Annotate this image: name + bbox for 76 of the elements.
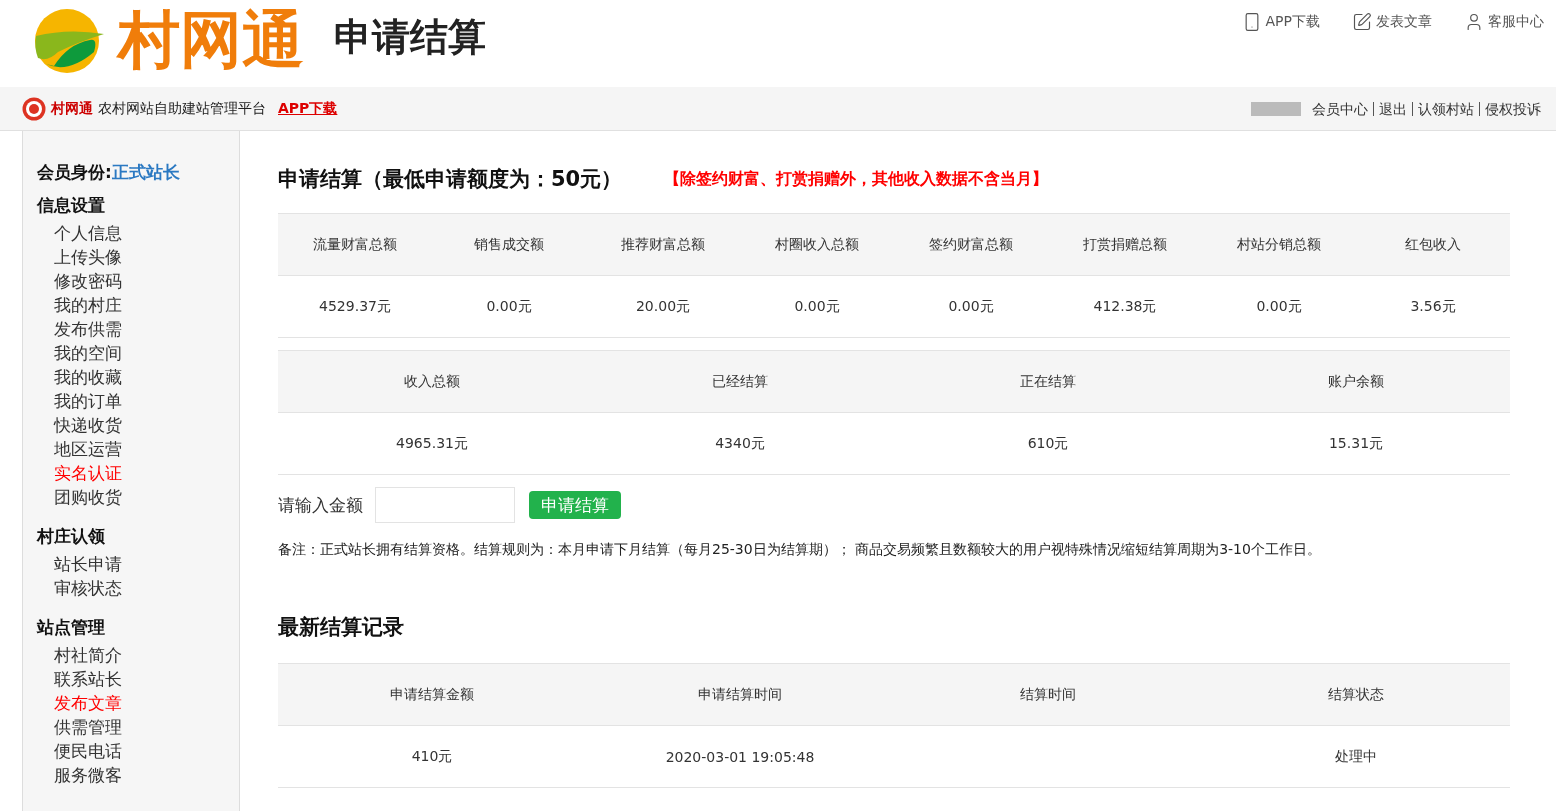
table-cell: 0.00元 [740,276,894,338]
column-header: 推荐财富总额 [586,214,740,276]
header-link[interactable]: 客服中心 [1464,12,1544,32]
top-link[interactable]: 认领村站 [1412,101,1479,116]
app-download-link[interactable]: APP下载 [278,99,338,118]
amount-input[interactable] [375,487,515,523]
logo-text: 村网通 [118,6,304,75]
note-text: 备注：正式站长拥有结算资格。结算规则为：本月申请下月结算（每月25-30日为结算期）； 商品交易频繁且数额较大的用户视特殊情况缩短结算周期为3-10个工作日。 [278,541,1322,559]
column-header: 打赏捐赠总额 [1048,214,1202,276]
table-cell: 4529.37元 [278,276,432,338]
sidebar-section-title: 村庄认领 [37,525,106,548]
sidebar-item[interactable]: 站长申请 [37,552,239,576]
sidebar-item[interactable]: 审核状态 [37,576,239,600]
notice-text: 【除签约财富、打赏捐赠外，其他收入数据不含当月】 [664,168,1049,190]
sidebar-item[interactable]: 我的订单 [37,389,239,413]
column-header: 结算状态 [1202,664,1510,726]
sidebar-item[interactable]: 实名认证 [37,461,239,485]
sidebar-item[interactable]: 发布文章 [37,691,239,715]
table-cell: 2020-03-01 19:05:48 [586,726,894,788]
column-header: 签约财富总额 [894,214,1048,276]
column-header: 结算时间 [894,664,1202,726]
member-identity: 会员身份:正式站长 [37,161,181,184]
table-cell: 处理中 [1202,726,1510,788]
sidebar-item[interactable]: 地区运营 [37,437,239,461]
sidebar-item[interactable]: 修改密码 [37,269,239,293]
column-header: 已经结算 [586,351,894,413]
sidebar-item[interactable]: 个人信息 [37,221,239,245]
emblem-icon [22,96,46,121]
column-header: 村站分销总额 [1202,214,1356,276]
column-header: 收入总额 [278,351,586,413]
page-title: 申请结算 [334,14,486,61]
table-cell: 20.00元 [586,276,740,338]
top-link[interactable]: 退出 [1373,101,1412,116]
column-header: 申请结算时间 [586,664,894,726]
table-cell: 15.31元 [1202,413,1510,475]
top-link[interactable]: 会员中心 [1307,101,1373,116]
sidebar-item[interactable]: 服务微客 [37,763,239,787]
blurred-username [1251,101,1301,116]
brand-name: 村网通 [51,99,93,118]
sidebar-item[interactable]: 便民电话 [37,739,239,763]
sidebar-item[interactable]: 快递收货 [37,413,239,437]
table-cell: 0.00元 [894,276,1048,338]
sidebar-section-title: 站点管理 [37,616,106,639]
sidebar-section-title: 信息设置 [37,194,106,217]
pencil-square-icon [1352,12,1372,32]
table-cell: 3.56元 [1356,276,1510,338]
sidebar-item[interactable]: 上传头像 [37,245,239,269]
table-cell: 412.38元 [1048,276,1202,338]
amount-label: 请输入金额 [278,493,363,517]
sidebar-item[interactable]: 我的村庄 [37,293,239,317]
sidebar-item[interactable]: 我的收藏 [37,365,239,389]
table-cell: 0.00元 [432,276,586,338]
tagline: 农村网站自助建站管理平台 [98,99,266,118]
column-header: 申请结算金额 [278,664,586,726]
sidebar-item[interactable]: 发布供需 [37,317,239,341]
table-cell: 4965.31元 [278,413,586,475]
header-link[interactable]: APP下载 [1241,12,1320,32]
column-header: 村圈收入总额 [740,214,894,276]
sidebar-item[interactable]: 团购收货 [37,485,239,509]
top-link[interactable]: 侵权投诉 [1479,101,1546,116]
column-header: 销售成交额 [432,214,586,276]
sidebar-item[interactable]: 供需管理 [37,715,239,739]
column-header: 流量财富总额 [278,214,432,276]
sidebar-item[interactable]: 我的空间 [37,341,239,365]
section-title: 申请结算（最低申请额度为：50元） [278,166,623,193]
column-header: 红包收入 [1356,214,1510,276]
table-cell: 4340元 [586,413,894,475]
column-header: 账户余额 [1202,351,1510,413]
column-header: 正在结算 [894,351,1202,413]
table-cell: 410元 [278,726,586,788]
sidebar-item[interactable]: 联系站长 [37,667,239,691]
records-title: 最新结算记录 [278,614,405,641]
table-cell: 0.00元 [1202,276,1356,338]
sidebar-item[interactable]: 村社简介 [37,643,239,667]
header-link[interactable]: 发表文章 [1352,12,1432,32]
table-cell: 610元 [894,413,1202,475]
